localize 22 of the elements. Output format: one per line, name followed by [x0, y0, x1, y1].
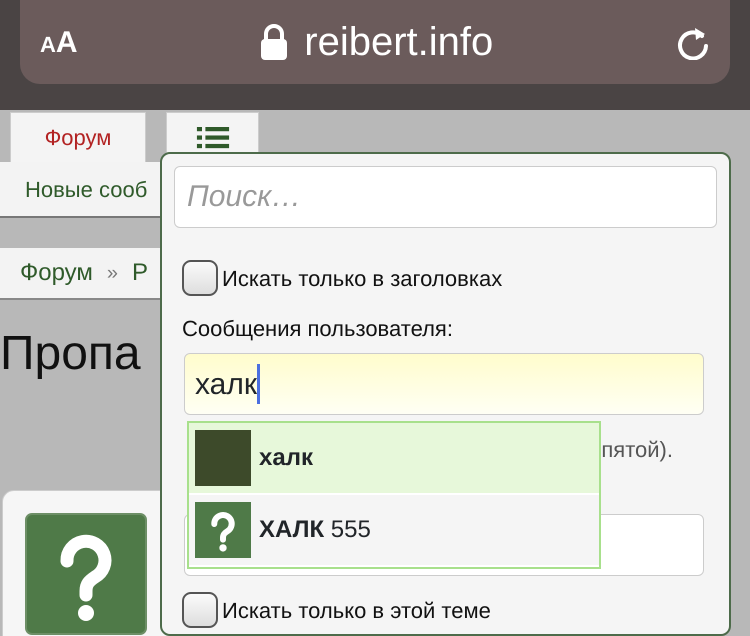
breadcrumb-separator: »	[106, 261, 118, 286]
breadcrumb-link[interactable]: Р	[132, 255, 148, 291]
checkbox[interactable]	[182, 260, 218, 296]
suggestion-item[interactable]: халк	[189, 423, 599, 495]
text-size-button[interactable]: AA	[40, 20, 78, 64]
unknown-avatar-icon	[195, 502, 251, 558]
forum-tab[interactable]: Форум	[10, 112, 146, 162]
address-text[interactable]: reibert.info	[304, 12, 494, 72]
lock-icon	[260, 24, 288, 60]
text-cursor	[256, 364, 260, 404]
breadcrumb-link[interactable]: Форум	[20, 255, 93, 291]
username-field[interactable]: халк	[184, 353, 704, 415]
field-label: Сообщения пользователя:	[182, 315, 454, 343]
checkbox[interactable]	[182, 592, 218, 628]
list-icon	[194, 126, 230, 148]
checkbox-label: Искать только в этой теме	[222, 596, 491, 624]
page-title: Пропа	[0, 328, 141, 381]
photo-placeholder	[195, 430, 251, 486]
checkbox-label: Искать только в заголовках	[222, 264, 502, 292]
suggestion-item[interactable]: ХАЛК 555	[189, 495, 599, 567]
hint-text: пятой).	[601, 436, 673, 464]
search-field[interactable]: Поиск…	[174, 166, 717, 228]
